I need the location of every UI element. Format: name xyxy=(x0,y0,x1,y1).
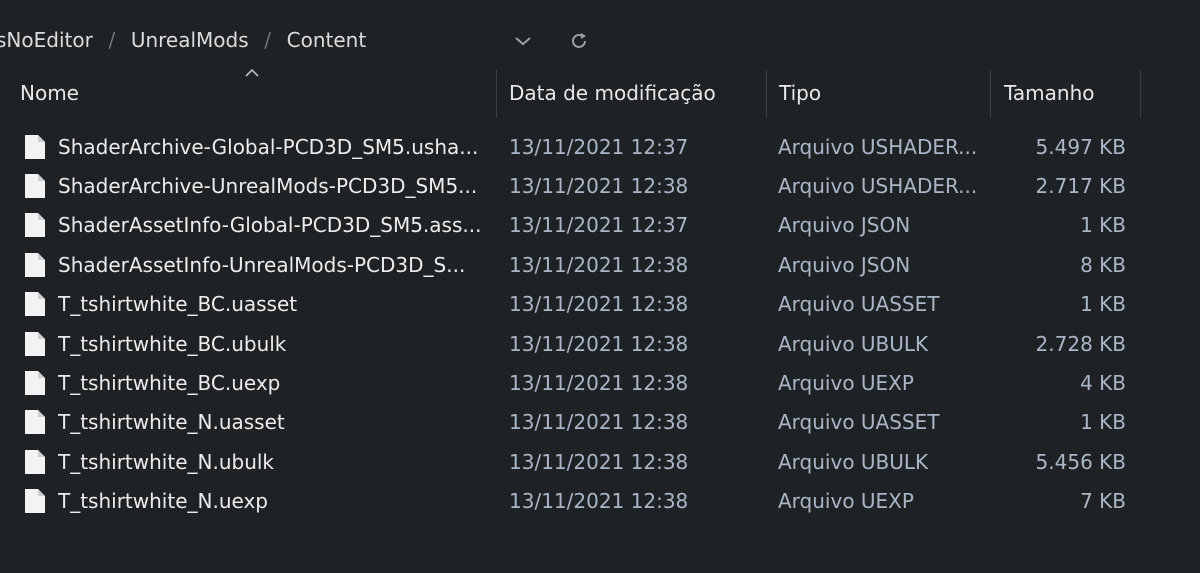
sort-ascending-icon xyxy=(245,68,259,77)
file-type: Arquivo UASSET xyxy=(778,292,940,317)
file-size: 5.497 KB xyxy=(1035,134,1126,159)
file-type: Arquivo USHADER... xyxy=(778,134,978,159)
file-size: 7 KB xyxy=(1080,489,1126,514)
address-history-button[interactable] xyxy=(510,28,536,54)
file-type: Arquivo UEXP xyxy=(778,489,914,514)
file-icon xyxy=(24,482,46,521)
breadcrumb-item-unrealmods[interactable]: UnrealMods xyxy=(131,28,249,52)
column-divider[interactable] xyxy=(1140,70,1141,118)
file-date: 13/11/2021 12:38 xyxy=(509,449,689,474)
column-divider[interactable] xyxy=(496,70,497,118)
file-size: 5.456 KB xyxy=(1035,449,1126,474)
column-header-type[interactable]: Tipo xyxy=(779,68,821,118)
column-header-date[interactable]: Data de modificação xyxy=(509,68,716,118)
file-name: T_tshirtwhite_N.ubulk xyxy=(58,449,275,474)
file-icon xyxy=(24,206,46,245)
file-date: 13/11/2021 12:38 xyxy=(509,489,689,514)
file-explorer-window: sNoEditor / UnrealMods / Content Nome Da… xyxy=(0,0,1200,573)
file-type: Arquivo UASSET xyxy=(778,410,940,435)
file-icon xyxy=(24,166,46,205)
file-date: 13/11/2021 12:38 xyxy=(509,252,689,277)
file-date: 13/11/2021 12:38 xyxy=(509,292,689,317)
file-row[interactable]: ShaderArchive-UnrealMods-PCD3D_SM5... 13… xyxy=(0,166,1200,205)
column-divider[interactable] xyxy=(990,70,991,118)
file-name: T_tshirtwhite_BC.uexp xyxy=(58,371,281,396)
file-type: Arquivo USHADER... xyxy=(778,174,978,199)
file-name: ShaderArchive-UnrealMods-PCD3D_SM5... xyxy=(58,174,478,199)
file-name: T_tshirtwhite_BC.uasset xyxy=(58,292,298,317)
file-row[interactable]: T_tshirtwhite_BC.uexp 13/11/2021 12:38 A… xyxy=(0,363,1200,402)
file-row[interactable]: ShaderAssetInfo-Global-PCD3D_SM5.ass... … xyxy=(0,206,1200,245)
file-row[interactable]: T_tshirtwhite_N.uasset 13/11/2021 12:38 … xyxy=(0,403,1200,442)
chevron-down-icon xyxy=(515,37,531,46)
file-date: 13/11/2021 12:37 xyxy=(509,134,689,159)
breadcrumb-separator-icon: / xyxy=(264,28,272,52)
file-type: Arquivo UEXP xyxy=(778,371,914,396)
breadcrumb: sNoEditor / UnrealMods / Content xyxy=(0,18,1200,62)
file-name: T_tshirtwhite_N.uasset xyxy=(58,410,285,435)
file-size: 8 KB xyxy=(1080,252,1126,277)
file-name: ShaderAssetInfo-Global-PCD3D_SM5.ass... xyxy=(58,213,482,238)
file-icon xyxy=(24,363,46,402)
file-name: ShaderArchive-Global-PCD3D_SM5.usha... xyxy=(58,134,479,159)
file-date: 13/11/2021 12:38 xyxy=(509,174,689,199)
file-icon xyxy=(24,442,46,481)
file-size: 1 KB xyxy=(1080,292,1126,317)
column-divider[interactable] xyxy=(766,70,767,118)
file-type: Arquivo UBULK xyxy=(778,331,929,356)
file-row[interactable]: T_tshirtwhite_BC.uasset 13/11/2021 12:38… xyxy=(0,285,1200,324)
file-date: 13/11/2021 12:37 xyxy=(509,213,689,238)
file-list: ShaderArchive-Global-PCD3D_SM5.usha... 1… xyxy=(0,127,1200,521)
file-icon xyxy=(24,324,46,363)
file-date: 13/11/2021 12:38 xyxy=(509,371,689,396)
file-size: 2.717 KB xyxy=(1035,174,1126,199)
refresh-icon xyxy=(572,33,586,48)
column-header-size[interactable]: Tamanho xyxy=(1004,68,1095,118)
file-row[interactable]: T_tshirtwhite_N.uexp 13/11/2021 12:38 Ar… xyxy=(0,482,1200,521)
column-header-name[interactable]: Nome xyxy=(20,68,79,118)
column-header-row: Nome Data de modificação Tipo Tamanho xyxy=(0,68,1200,118)
file-name: T_tshirtwhite_N.uexp xyxy=(58,489,268,514)
file-row[interactable]: T_tshirtwhite_N.ubulk 13/11/2021 12:38 A… xyxy=(0,442,1200,481)
file-size: 4 KB xyxy=(1080,371,1126,396)
file-row[interactable]: ShaderAssetInfo-UnrealMods-PCD3D_S... 13… xyxy=(0,245,1200,284)
file-icon xyxy=(24,127,46,166)
file-size: 1 KB xyxy=(1080,410,1126,435)
file-size: 2.728 KB xyxy=(1035,331,1126,356)
file-date: 13/11/2021 12:38 xyxy=(509,331,689,356)
breadcrumb-item-content[interactable]: Content xyxy=(287,28,367,52)
file-icon xyxy=(24,403,46,442)
breadcrumb-separator-icon: / xyxy=(108,28,116,52)
file-name: T_tshirtwhite_BC.ubulk xyxy=(58,331,287,356)
file-size: 1 KB xyxy=(1080,213,1126,238)
file-type: Arquivo JSON xyxy=(778,252,911,277)
file-date: 13/11/2021 12:38 xyxy=(509,410,689,435)
file-row[interactable]: ShaderArchive-Global-PCD3D_SM5.usha... 1… xyxy=(0,127,1200,166)
file-name: ShaderAssetInfo-UnrealMods-PCD3D_S... xyxy=(58,252,466,277)
refresh-button[interactable] xyxy=(566,28,592,54)
file-type: Arquivo JSON xyxy=(778,213,911,238)
file-type: Arquivo UBULK xyxy=(778,449,929,474)
breadcrumb-item-nonoeditor[interactable]: sNoEditor xyxy=(0,28,93,52)
file-icon xyxy=(24,245,46,284)
file-row[interactable]: T_tshirtwhite_BC.ubulk 13/11/2021 12:38 … xyxy=(0,324,1200,363)
file-icon xyxy=(24,285,46,324)
